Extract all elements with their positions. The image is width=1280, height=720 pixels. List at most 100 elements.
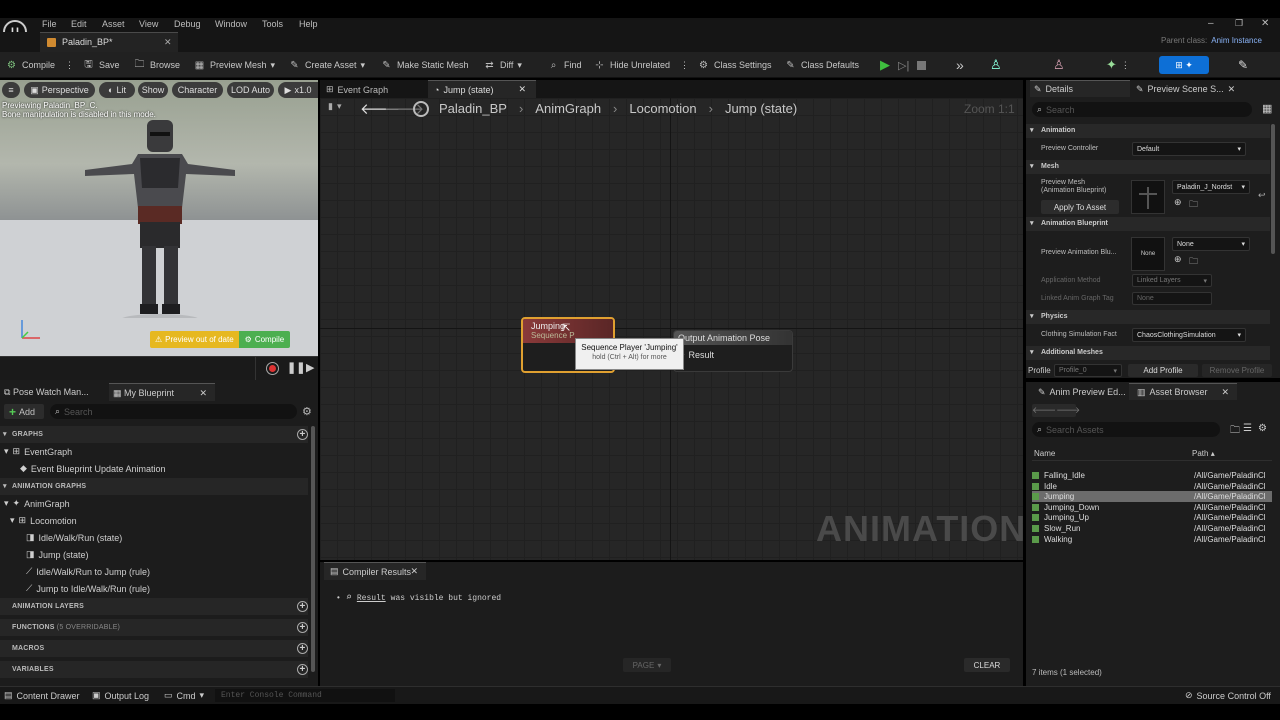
preview-mesh-dropdown[interactable]: Paladin_J_Nordst ▾ [1172, 180, 1250, 194]
result-link[interactable]: Result [357, 594, 386, 603]
section-animation[interactable]: ▾ Animation [1026, 124, 1270, 138]
play-icon[interactable]: ▶ [880, 57, 890, 73]
tab-anim-preview-editor[interactable]: ✎ Anim Preview Ed... [1038, 384, 1126, 400]
path-column-header[interactable]: Path ▴ [1192, 449, 1215, 458]
graph-canvas[interactable]: ▮ ▾ 🡐 🡒 Paladin_BP › AnimGraph › Locomotio… [320, 98, 1025, 560]
add-layer-icon[interactable]: + [297, 601, 308, 612]
left-panel-scrollbar[interactable] [311, 426, 315, 672]
tab-my-blueprint[interactable]: ▦ My Blueprint ✕ [109, 383, 215, 401]
cmd-dropdown[interactable]: ▭ Cmd ▾ [164, 690, 204, 701]
asset-search-input[interactable]: ⌕ Search Assets [1032, 422, 1220, 437]
asset-row[interactable]: Idle/All/Game/PaladinCl [1032, 481, 1272, 492]
preview-anim-bp-dropdown[interactable]: None ▾ [1172, 237, 1250, 251]
menu-help[interactable]: Help [299, 19, 318, 29]
section-mesh[interactable]: ▾ Mesh [1026, 160, 1270, 174]
asset-row[interactable]: Falling_Idle/All/Game/PaladinCl [1032, 470, 1272, 481]
asset-row[interactable]: Walking/All/Game/PaladinCl [1032, 534, 1272, 545]
preview-mesh-button[interactable]: ▦ Preview Mesh ▾ [193, 56, 275, 74]
tab-event-graph[interactable]: ⊞ Event Graph [326, 81, 388, 98]
animation-mode-icon[interactable]: ✦ ⋮ [1106, 56, 1130, 74]
settings-gear-icon[interactable]: ⚙ [1258, 423, 1267, 434]
source-control-button[interactable]: ⊘ Source Control Off [1185, 690, 1271, 701]
save-button[interactable]: 🖫 Save [82, 56, 119, 74]
minimize-icon[interactable]: – [1208, 18, 1214, 29]
console-command-input[interactable]: Enter Console Command [215, 689, 395, 702]
class-defaults-button[interactable]: ✎ Class Defaults [784, 56, 859, 74]
compile-button[interactable]: ⚙ Compile ⋮ [5, 56, 74, 74]
lit-button[interactable]: ◐ Lit [99, 82, 135, 98]
character-button[interactable]: Character [172, 82, 223, 98]
breadcrumb-item[interactable]: AnimGraph [535, 101, 601, 116]
create-asset-button[interactable]: ✎ Create Asset ▾ [288, 56, 365, 74]
asset-row[interactable]: Jumping_Up/All/Game/PaladinCl [1032, 512, 1272, 523]
compile-options-icon[interactable]: ⋮ [65, 60, 74, 71]
viewport-menu-button[interactable]: ≡ [2, 82, 20, 98]
blueprint-search-input[interactable]: ⌕ Search [50, 404, 297, 419]
property-matrix-icon[interactable]: ▦ [1262, 102, 1272, 115]
section-functions[interactable]: FUNCTIONS (5 OVERRIDABLE) + [0, 619, 308, 636]
browse-asset-icon[interactable]: 🗀 [1189, 254, 1198, 270]
breadcrumb-item[interactable]: Jump (state) [725, 101, 797, 116]
parent-class-value[interactable]: Anim Instance [1211, 36, 1262, 45]
menu-window[interactable]: Window [215, 19, 247, 29]
preview-viewport[interactable]: ≡ ▣ Perspective ◐ Lit Show Character LOD A… [0, 80, 318, 356]
tree-item-jump-state[interactable]: ◨ Jump (state) [26, 549, 89, 560]
close-tab-icon[interactable]: ✕ [1228, 84, 1236, 95]
section-additional-meshes[interactable]: ▾ Additional Meshes [1026, 346, 1270, 360]
play-forward-icon[interactable]: ▶ [306, 361, 314, 374]
tree-item-rule-2[interactable]: ⟋ Jump to Idle/Walk/Run (rule) [26, 583, 150, 594]
back-arrow-icon[interactable]: 🡐 [1032, 405, 1056, 416]
name-column-header[interactable]: Name [1034, 449, 1055, 458]
clothing-simulation-dropdown[interactable]: ChaosClothingSimulation ▾ [1132, 328, 1246, 342]
reset-arrow-icon[interactable]: ↩ [1258, 190, 1266, 201]
application-method-dropdown[interactable]: Linked Layers ▾ [1132, 274, 1212, 287]
class-settings-button[interactable]: ⚙ Class Settings [697, 56, 772, 74]
apply-to-asset-button[interactable]: Apply To Asset [1041, 200, 1119, 214]
tree-item-rule-1[interactable]: ⟋ Idle/Walk/Run to Jump (rule) [26, 566, 150, 577]
asset-row[interactable]: Jumping/All/Game/PaladinCl [1032, 491, 1272, 503]
preview-controller-dropdown[interactable]: Default ▾ [1132, 142, 1246, 156]
add-profile-button[interactable]: Add Profile [1128, 364, 1198, 377]
more-toolbar-icon[interactable]: » [956, 56, 964, 74]
browse-asset-icon[interactable]: 🗀 [1189, 197, 1198, 213]
section-animation-layers[interactable]: ANIMATION LAYERS + [0, 598, 308, 615]
add-graph-icon[interactable]: + [297, 429, 308, 440]
anim-bp-thumbnail[interactable]: None [1131, 237, 1165, 271]
details-scrollbar[interactable] [1271, 124, 1275, 254]
blueprint-mode-button[interactable]: ⊞ ✦ [1159, 56, 1209, 74]
add-macro-icon[interactable]: + [297, 643, 308, 654]
section-animation-graphs[interactable]: ▾ ANIMATION GRAPHS [0, 478, 308, 495]
perspective-button[interactable]: ▣ Perspective [24, 82, 95, 98]
show-button[interactable]: Show [138, 82, 168, 98]
maximize-icon[interactable]: ❐ [1235, 18, 1243, 29]
section-macros[interactable]: MACROS + [0, 640, 308, 657]
mesh-mode-icon[interactable]: ♙ [1053, 56, 1065, 74]
breadcrumb-item[interactable]: Paladin_BP [439, 101, 507, 116]
result-pin[interactable]: ▸Result [674, 345, 792, 364]
skeleton-mode-icon[interactable]: ♙ [990, 56, 1002, 74]
tab-compiler-results[interactable]: ▤ Compiler Results ✕ [324, 562, 426, 580]
output-log-button[interactable]: ▣ Output Log [92, 690, 149, 701]
diff-button[interactable]: ⇄ Diff ▾ [483, 56, 522, 74]
close-window-icon[interactable]: ✕ [1261, 18, 1269, 29]
section-physics[interactable]: ▾ Physics [1026, 310, 1270, 324]
add-function-icon[interactable]: + [297, 622, 308, 633]
profile-dropdown[interactable]: Profile_0 ▾ [1054, 364, 1122, 377]
asset-row[interactable]: Jumping_Down/All/Game/PaladinCl [1032, 502, 1272, 513]
close-tab-icon[interactable]: ✕ [199, 384, 207, 402]
tree-item-idle-state[interactable]: ◨ Idle/Walk/Run (state) [26, 532, 122, 543]
section-graphs[interactable]: ▾ GRAPHS + [0, 426, 308, 443]
document-tab[interactable]: Paladin_BP* ✕ [40, 32, 178, 52]
details-search-input[interactable]: ⌕ Search [1032, 102, 1252, 117]
physics-mode-icon[interactable]: ✎ [1238, 56, 1248, 74]
use-selected-icon[interactable]: ⊕ [1174, 197, 1182, 208]
pause-icon[interactable]: ❚❚ [287, 361, 305, 374]
lod-button[interactable]: LOD Auto [227, 82, 274, 98]
use-selected-icon[interactable]: ⊕ [1174, 254, 1182, 265]
find-button[interactable]: ⌕ Find [547, 56, 582, 74]
tree-item-event-update[interactable]: ◆ Event Blueprint Update Animation [20, 463, 166, 474]
section-variables[interactable]: VARIABLES + [0, 661, 308, 678]
content-drawer-button[interactable]: ▤ Content Drawer [4, 690, 80, 701]
close-tab-icon[interactable]: ✕ [164, 33, 172, 51]
menu-asset[interactable]: Asset [102, 19, 125, 29]
